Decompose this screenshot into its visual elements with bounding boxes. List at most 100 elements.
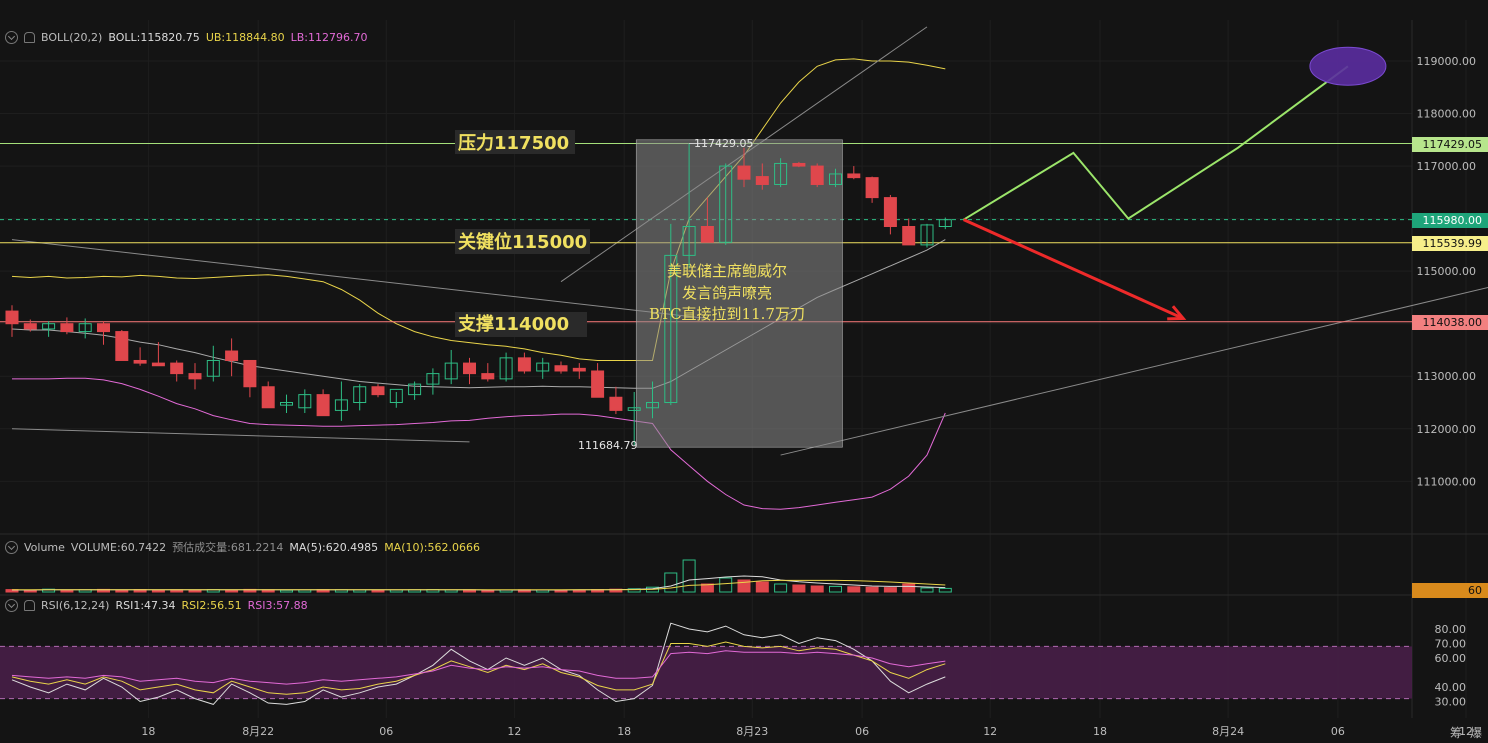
candle-body: [115, 331, 129, 361]
price-tag-key-level: 115539.99: [1412, 236, 1488, 251]
price-axis-label: 112000.00: [1417, 423, 1477, 436]
candle-body: [792, 162, 806, 167]
volume-bar: [810, 585, 824, 593]
candle-body: [517, 357, 531, 372]
candle-body: [188, 373, 202, 380]
support-label: 支撑114000: [457, 313, 569, 335]
boll-header: BOLL(20,2) BOLL:115820.75 UB:118844.80 L…: [5, 31, 367, 44]
volume-bar: [883, 587, 897, 593]
news-line-2: 发言鸽声嘹亮: [682, 284, 772, 302]
rsi1-value: RSI1:47.34: [115, 599, 176, 612]
volume-bar: [865, 586, 879, 593]
candle-body: [572, 367, 586, 372]
rsi3-value: RSI3:57.88: [247, 599, 308, 612]
time-axis-label: 06: [1331, 725, 1345, 738]
time-axis-label: 18: [1093, 725, 1107, 738]
time-axis-label: 8月23: [736, 725, 768, 738]
chart-canvas[interactable]: 119000.00118000.00117000.00116000.001150…: [0, 0, 1488, 743]
volume-estimate: 预估成交量:681.2214: [172, 541, 284, 554]
candle-body: [755, 176, 769, 185]
candle-body: [700, 226, 714, 243]
price-tag-support: 114038.00: [1412, 315, 1488, 330]
price-axis-label: 113000.00: [1417, 370, 1477, 383]
resistance-label: 压力117500: [458, 133, 569, 154]
rsi-axis-label: 70.00: [1435, 638, 1467, 651]
news-line-3: BTC直接拉到11.7万刀: [649, 305, 805, 323]
target-ellipse: [1309, 46, 1387, 86]
candle-body: [810, 165, 824, 185]
time-axis-label: 12: [507, 725, 521, 738]
price-tag-resistance: 117429.05: [1412, 137, 1488, 152]
rsi-axis-label: 80.00: [1435, 623, 1467, 636]
volume-bar: [792, 584, 806, 593]
price-axis-label: 111000.00: [1417, 475, 1477, 488]
burst-icon[interactable]: 爆: [1470, 724, 1482, 741]
candle-body: [97, 323, 110, 333]
time-axis-label: 18: [617, 725, 631, 738]
candle-body: [170, 362, 184, 375]
time-axis-label: 8月24: [1212, 725, 1244, 738]
candle-body: [243, 359, 257, 388]
candle-body: [609, 396, 623, 411]
candle-body: [902, 226, 916, 246]
volume-ma10: MA(10):562.0666: [384, 540, 480, 554]
alert-bell-icon[interactable]: [24, 32, 35, 43]
price-axis-label: 117000.00: [1417, 160, 1477, 173]
price-axis-label: 118000.00: [1417, 108, 1477, 121]
candle-body: [261, 386, 275, 409]
candle-body: [133, 359, 147, 364]
candle-body: [883, 197, 897, 228]
candle-body: [23, 323, 37, 330]
candle-body: [554, 365, 568, 372]
volume-value: VOLUME:60.7422: [70, 540, 167, 554]
visibility-toggle-icon[interactable]: [5, 540, 18, 554]
news-line-1: 美联储主席鲍威尔: [667, 262, 787, 280]
candle-body: [151, 362, 165, 367]
high-marker-label: 117429.05: [694, 137, 754, 150]
volume-axis-tag: 60: [1412, 583, 1488, 598]
candle-body: [225, 350, 239, 361]
volume-bar: [151, 589, 165, 593]
volume-bar: [60, 589, 74, 593]
alert-bell-icon[interactable]: [24, 600, 35, 611]
rsi-axis-label: 40.00: [1435, 681, 1467, 694]
volume-bar: [755, 581, 769, 593]
low-marker-label: 111684.79: [578, 439, 638, 452]
rsi-axis-label: 30.00: [1435, 696, 1467, 709]
candle-body: [463, 362, 476, 375]
rsi2-value: RSI2:56.51: [181, 599, 242, 612]
candle-body: [847, 173, 861, 179]
key-level-label: 关键位115000: [458, 231, 587, 253]
price-tag-current: 115980.00: [1412, 213, 1488, 228]
price-axis-label: 115000.00: [1417, 265, 1477, 278]
candle-body: [5, 310, 19, 325]
rsi-band: [0, 646, 1412, 699]
boll-mid-value: BOLL:115820.75: [108, 31, 200, 44]
candle-body: [865, 177, 879, 199]
rsi-axis-label: 60.00: [1435, 652, 1467, 665]
volume-header: Volume VOLUME:60.7422 预估成交量:681.2214 MA(…: [5, 539, 480, 555]
time-axis-label: 12: [983, 725, 997, 738]
volume-label: Volume: [24, 540, 65, 554]
boll-label: BOLL(20,2): [41, 31, 103, 44]
volume-ma5: MA(5):620.4985: [289, 540, 379, 554]
time-axis-label: 06: [855, 725, 869, 738]
candle-body: [481, 373, 495, 380]
candle-body: [316, 394, 330, 417]
time-axis-label: 06: [379, 725, 393, 738]
chips-icon[interactable]: 筹: [1450, 724, 1462, 741]
volume-bar: [371, 589, 385, 593]
time-axis-label: 8月22: [242, 725, 274, 738]
rsi-label: RSI(6,12,24): [41, 599, 110, 612]
boll-ub-value: UB:118844.80: [205, 31, 285, 44]
boll-lb-value: LB:112796.70: [290, 31, 368, 44]
rsi-header: RSI(6,12,24) RSI1:47.34 RSI2:56.51 RSI3:…: [5, 599, 308, 612]
candle-body: [737, 165, 751, 180]
visibility-toggle-icon[interactable]: [5, 599, 18, 612]
candle-body: [60, 323, 74, 333]
volume-bar: [902, 583, 916, 593]
candle-body: [371, 386, 385, 396]
visibility-toggle-icon[interactable]: [5, 31, 18, 44]
volume-bar: [847, 586, 861, 593]
time-axis-label: 18: [141, 725, 155, 738]
